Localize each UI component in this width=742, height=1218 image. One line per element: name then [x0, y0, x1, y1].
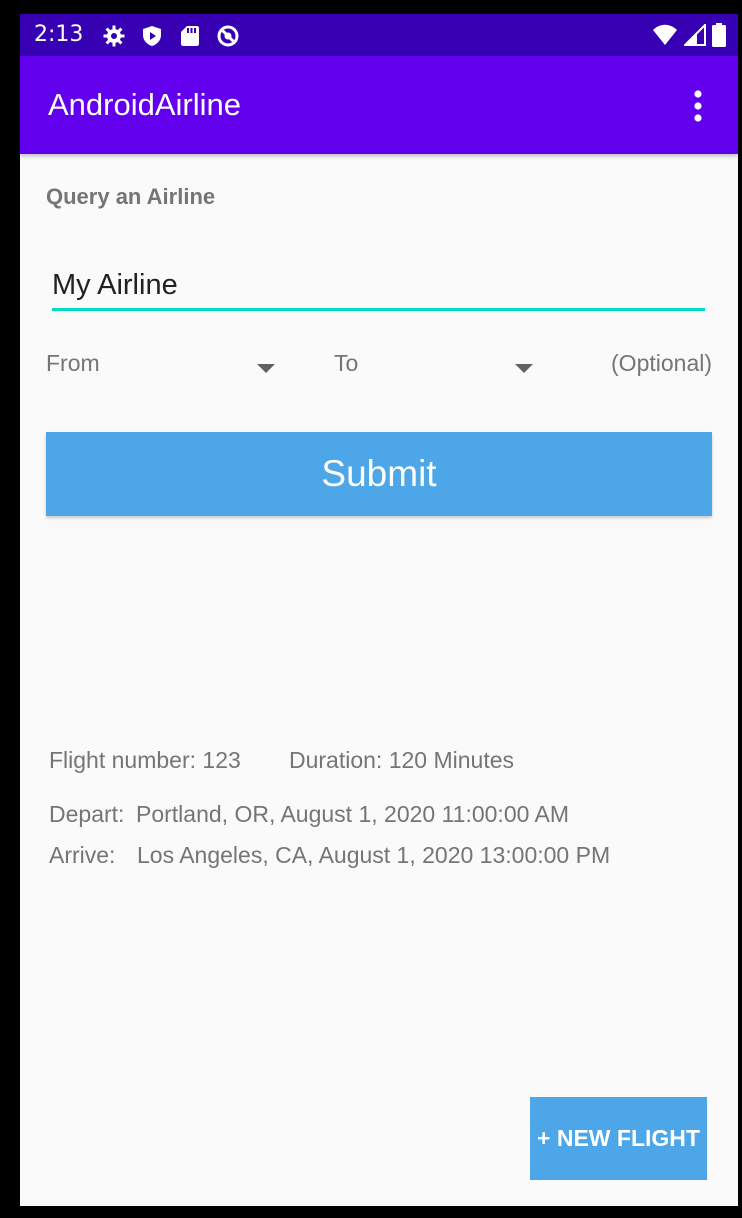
no-sync-icon: [217, 25, 239, 47]
app-title: AndroidAirline: [48, 87, 241, 122]
arrive-label: Arrive:: [49, 842, 116, 868]
airline-name-input[interactable]: [52, 262, 705, 311]
status-time: 2:13: [34, 22, 84, 47]
gear-icon: [103, 25, 125, 47]
status-system-icons: [652, 23, 726, 47]
dropdown-arrow-icon: [257, 364, 275, 373]
wifi-icon: [653, 24, 677, 45]
app-screen: 2:13 AndroidAirline Query an Airline My …: [20, 14, 738, 1206]
status-bar: 2:13: [20, 14, 738, 56]
query-section-label: Query an Airline: [46, 184, 216, 209]
dropdown-arrow-icon: [515, 364, 533, 373]
app-bar: AndroidAirline: [20, 56, 738, 154]
overflow-menu-button[interactable]: [680, 86, 716, 126]
flight-number: Flight number: 123: [49, 747, 241, 773]
arrive-value: Los Angeles, CA, August 1, 2020 13:00:00…: [137, 842, 611, 868]
more-vert-icon: [694, 90, 702, 122]
battery-icon: [712, 23, 726, 47]
to-spinner[interactable]: To: [334, 344, 534, 388]
cellular-signal-icon: [684, 24, 706, 46]
flight-duration: Duration: 120 Minutes: [289, 747, 515, 773]
shield-icon: [143, 26, 161, 46]
optional-label: (Optional): [611, 350, 712, 376]
to-spinner-label: To: [334, 350, 359, 376]
from-spinner[interactable]: From: [46, 344, 278, 388]
sd-card-icon: [181, 26, 199, 46]
depart-value: Portland, OR, August 1, 2020 11:00:00 AM: [136, 801, 570, 827]
submit-button[interactable]: Submit: [46, 432, 712, 516]
status-notification-icons: [102, 24, 240, 48]
new-flight-button[interactable]: + NEW FLIGHT: [530, 1097, 707, 1180]
from-spinner-label: From: [46, 350, 100, 376]
depart-label: Depart:: [49, 801, 125, 827]
